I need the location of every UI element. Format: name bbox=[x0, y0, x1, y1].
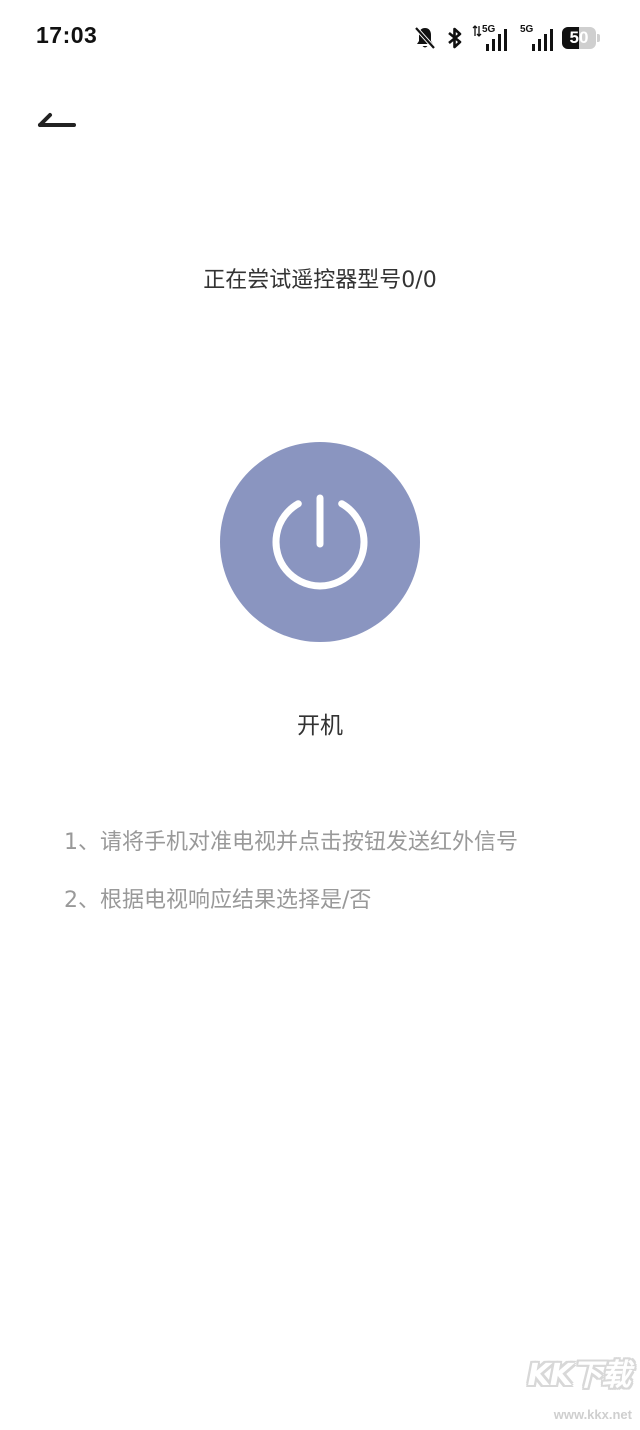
instruction-2: 2、根据电视响应结果选择是/否 bbox=[64, 888, 372, 913]
model-trial-status: 正在尝试遥控器型号0/0 bbox=[203, 268, 437, 293]
instructions: 1、请将手机对准电视并点击按钮发送红外信号 2、根据电视响应结果选择是/否 bbox=[64, 826, 624, 942]
back-button[interactable] bbox=[30, 100, 84, 140]
bluetooth-icon bbox=[444, 26, 466, 50]
status-icons: 5G 5G 50 bbox=[414, 24, 600, 52]
signal-5g-icon-2: 5G bbox=[520, 25, 554, 51]
watermark-url: www.kkx.net bbox=[553, 1407, 632, 1422]
signal-5g-icon: 5G bbox=[472, 25, 508, 51]
status-bar: 17:03 5G 5G 50 bbox=[0, 0, 640, 76]
battery-icon: 50 bbox=[562, 27, 600, 49]
back-arrow-icon bbox=[38, 113, 76, 127]
power-button[interactable] bbox=[220, 442, 420, 642]
watermark: KK下载 www.kkx.net bbox=[514, 1350, 634, 1428]
watermark-logo: KK下载 bbox=[527, 1358, 631, 1393]
status-time: 17:03 bbox=[36, 22, 98, 48]
instruction-1: 1、请将手机对准电视并点击按钮发送红外信号 bbox=[64, 830, 518, 855]
battery-level: 50 bbox=[569, 28, 589, 47]
bell-muted-icon bbox=[414, 26, 436, 50]
power-label: 开机 bbox=[297, 713, 343, 739]
